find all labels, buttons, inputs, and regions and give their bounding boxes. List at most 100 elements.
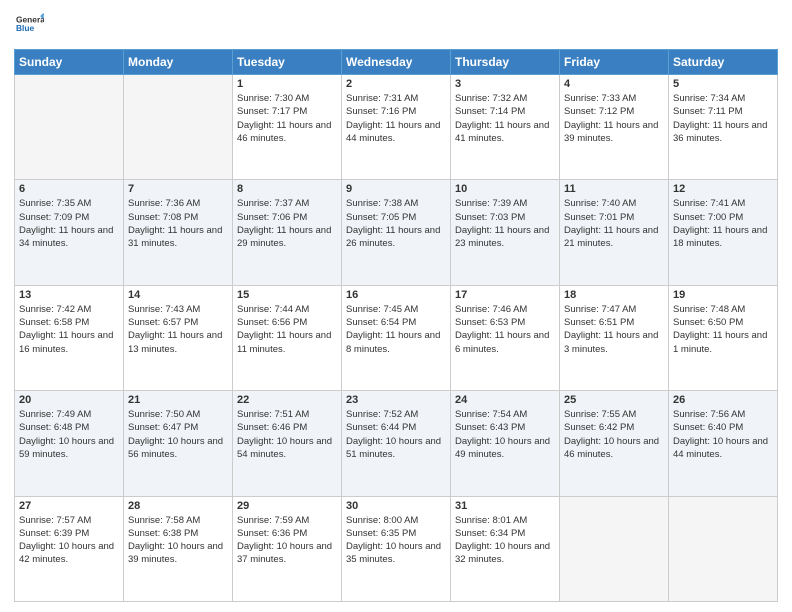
- daylight-text: Daylight: 11 hours and 1 minute.: [673, 330, 767, 354]
- daylight-text: Daylight: 11 hours and 23 minutes.: [455, 225, 549, 249]
- day-number: 8: [237, 183, 337, 195]
- calendar-week-row: 13Sunrise: 7:42 AMSunset: 6:58 PMDayligh…: [15, 285, 778, 390]
- sunrise-text: Sunrise: 7:46 AM: [455, 304, 527, 315]
- daylight-text: Daylight: 11 hours and 39 minutes.: [564, 120, 658, 144]
- calendar-day-cell: 6Sunrise: 7:35 AMSunset: 7:09 PMDaylight…: [15, 180, 124, 285]
- day-info: Sunrise: 7:45 AMSunset: 6:54 PMDaylight:…: [346, 303, 446, 356]
- daylight-text: Daylight: 11 hours and 8 minutes.: [346, 330, 440, 354]
- calendar-day-cell: 10Sunrise: 7:39 AMSunset: 7:03 PMDayligh…: [451, 180, 560, 285]
- calendar-day-cell: [669, 496, 778, 601]
- calendar-day-cell: 13Sunrise: 7:42 AMSunset: 6:58 PMDayligh…: [15, 285, 124, 390]
- day-number: 5: [673, 78, 773, 90]
- calendar-day-cell: 1Sunrise: 7:30 AMSunset: 7:17 PMDaylight…: [233, 75, 342, 180]
- daylight-text: Daylight: 11 hours and 31 minutes.: [128, 225, 222, 249]
- calendar-day-cell: [15, 75, 124, 180]
- day-number: 17: [455, 289, 555, 301]
- sunset-text: Sunset: 6:42 PM: [564, 422, 634, 433]
- calendar-header-row: SundayMondayTuesdayWednesdayThursdayFrid…: [15, 50, 778, 75]
- calendar-day-header: Thursday: [451, 50, 560, 75]
- day-number: 26: [673, 394, 773, 406]
- sunrise-text: Sunrise: 7:58 AM: [128, 515, 200, 526]
- daylight-text: Daylight: 11 hours and 46 minutes.: [237, 120, 331, 144]
- daylight-text: Daylight: 10 hours and 32 minutes.: [455, 541, 550, 565]
- sunrise-text: Sunrise: 7:42 AM: [19, 304, 91, 315]
- calendar-week-row: 27Sunrise: 7:57 AMSunset: 6:39 PMDayligh…: [15, 496, 778, 601]
- daylight-text: Daylight: 10 hours and 39 minutes.: [128, 541, 223, 565]
- day-number: 4: [564, 78, 664, 90]
- sunrise-text: Sunrise: 7:37 AM: [237, 198, 309, 209]
- day-info: Sunrise: 7:41 AMSunset: 7:00 PMDaylight:…: [673, 197, 773, 250]
- sunrise-text: Sunrise: 8:00 AM: [346, 515, 418, 526]
- calendar-day-cell: 4Sunrise: 7:33 AMSunset: 7:12 PMDaylight…: [560, 75, 669, 180]
- sunrise-text: Sunrise: 7:44 AM: [237, 304, 309, 315]
- sunrise-text: Sunrise: 7:35 AM: [19, 198, 91, 209]
- sunrise-text: Sunrise: 7:32 AM: [455, 93, 527, 104]
- sunset-text: Sunset: 6:58 PM: [19, 317, 89, 328]
- calendar-day-cell: 8Sunrise: 7:37 AMSunset: 7:06 PMDaylight…: [233, 180, 342, 285]
- sunrise-text: Sunrise: 7:38 AM: [346, 198, 418, 209]
- sunset-text: Sunset: 6:47 PM: [128, 422, 198, 433]
- sunset-text: Sunset: 7:16 PM: [346, 106, 416, 117]
- sunrise-text: Sunrise: 7:59 AM: [237, 515, 309, 526]
- daylight-text: Daylight: 11 hours and 41 minutes.: [455, 120, 549, 144]
- daylight-text: Daylight: 11 hours and 21 minutes.: [564, 225, 658, 249]
- day-info: Sunrise: 7:30 AMSunset: 7:17 PMDaylight:…: [237, 92, 337, 145]
- sunset-text: Sunset: 7:06 PM: [237, 212, 307, 223]
- sunrise-text: Sunrise: 7:48 AM: [673, 304, 745, 315]
- calendar-week-row: 20Sunrise: 7:49 AMSunset: 6:48 PMDayligh…: [15, 391, 778, 496]
- sunrise-text: Sunrise: 7:39 AM: [455, 198, 527, 209]
- calendar-week-row: 1Sunrise: 7:30 AMSunset: 7:17 PMDaylight…: [15, 75, 778, 180]
- sunrise-text: Sunrise: 7:49 AM: [19, 409, 91, 420]
- sunrise-text: Sunrise: 7:52 AM: [346, 409, 418, 420]
- daylight-text: Daylight: 11 hours and 18 minutes.: [673, 225, 767, 249]
- day-info: Sunrise: 7:48 AMSunset: 6:50 PMDaylight:…: [673, 303, 773, 356]
- day-number: 11: [564, 183, 664, 195]
- calendar-day-cell: 14Sunrise: 7:43 AMSunset: 6:57 PMDayligh…: [124, 285, 233, 390]
- day-number: 16: [346, 289, 446, 301]
- daylight-text: Daylight: 10 hours and 37 minutes.: [237, 541, 332, 565]
- sunset-text: Sunset: 7:14 PM: [455, 106, 525, 117]
- sunset-text: Sunset: 7:12 PM: [564, 106, 634, 117]
- day-number: 30: [346, 500, 446, 512]
- calendar-day-cell: 5Sunrise: 7:34 AMSunset: 7:11 PMDaylight…: [669, 75, 778, 180]
- day-info: Sunrise: 7:32 AM Sunset: 7:14 PM Daylight:…: [455, 92, 555, 145]
- day-number: 18: [564, 289, 664, 301]
- sunrise-text: Sunrise: 7:41 AM: [673, 198, 745, 209]
- day-number: 15: [237, 289, 337, 301]
- daylight-text: Daylight: 10 hours and 42 minutes.: [19, 541, 114, 565]
- day-info: Sunrise: 7:36 AMSunset: 7:08 PMDaylight:…: [128, 197, 228, 250]
- daylight-text: Daylight: 11 hours and 16 minutes.: [19, 330, 113, 354]
- sunset-text: Sunset: 7:11 PM: [673, 106, 743, 117]
- calendar-day-cell: 15Sunrise: 7:44 AMSunset: 6:56 PMDayligh…: [233, 285, 342, 390]
- sunset-text: Sunset: 6:57 PM: [128, 317, 198, 328]
- sunrise-text: Sunrise: 7:50 AM: [128, 409, 200, 420]
- sunrise-text: Sunrise: 7:40 AM: [564, 198, 636, 209]
- day-number: 24: [455, 394, 555, 406]
- sunrise-text: Sunrise: 7:55 AM: [564, 409, 636, 420]
- day-number: 29: [237, 500, 337, 512]
- calendar-day-cell: 17Sunrise: 7:46 AMSunset: 6:53 PMDayligh…: [451, 285, 560, 390]
- calendar-day-cell: [124, 75, 233, 180]
- daylight-text: Daylight: 11 hours and 26 minutes.: [346, 225, 440, 249]
- day-number: 25: [564, 394, 664, 406]
- sunset-text: Sunset: 6:38 PM: [128, 528, 198, 539]
- header: General Blue: [14, 10, 778, 43]
- daylight-text: Daylight: 11 hours and 44 minutes.: [346, 120, 440, 144]
- calendar-day-cell: 24Sunrise: 7:54 AMSunset: 6:43 PMDayligh…: [451, 391, 560, 496]
- day-info: Sunrise: 7:51 AMSunset: 6:46 PMDaylight:…: [237, 408, 337, 461]
- calendar-day-header: Tuesday: [233, 50, 342, 75]
- calendar-day-cell: 29Sunrise: 7:59 AMSunset: 6:36 PMDayligh…: [233, 496, 342, 601]
- calendar-day-cell: 25Sunrise: 7:55 AMSunset: 6:42 PMDayligh…: [560, 391, 669, 496]
- calendar-day-cell: 11Sunrise: 7:40 AMSunset: 7:01 PMDayligh…: [560, 180, 669, 285]
- day-number: 23: [346, 394, 446, 406]
- calendar-day-cell: 30 Sunrise: 8:00 AMSunset: 6:35 PMDayligh…: [342, 496, 451, 601]
- daylight-text: Daylight: 10 hours and 44 minutes.: [673, 436, 768, 460]
- day-info: Sunrise: 7:52 AMSunset: 6:44 PMDaylight:…: [346, 408, 446, 461]
- calendar-day-cell: 12Sunrise: 7:41 AMSunset: 7:00 PMDayligh…: [669, 180, 778, 285]
- daylight-text: Daylight: 11 hours and 36 minutes.: [673, 120, 767, 144]
- calendar-day-cell: 23 Sunrise: 7:52 AMSunset: 6:44 PMDayligh…: [342, 391, 451, 496]
- logo: General Blue: [14, 10, 44, 43]
- calendar-day-cell: 7Sunrise: 7:36 AMSunset: 7:08 PMDaylight…: [124, 180, 233, 285]
- day-info: Sunrise: 8:00 AMSunset: 6:35 PMDaylight:…: [346, 514, 446, 567]
- page: General Blue SundayMondayTuesdayWednesda…: [0, 0, 792, 612]
